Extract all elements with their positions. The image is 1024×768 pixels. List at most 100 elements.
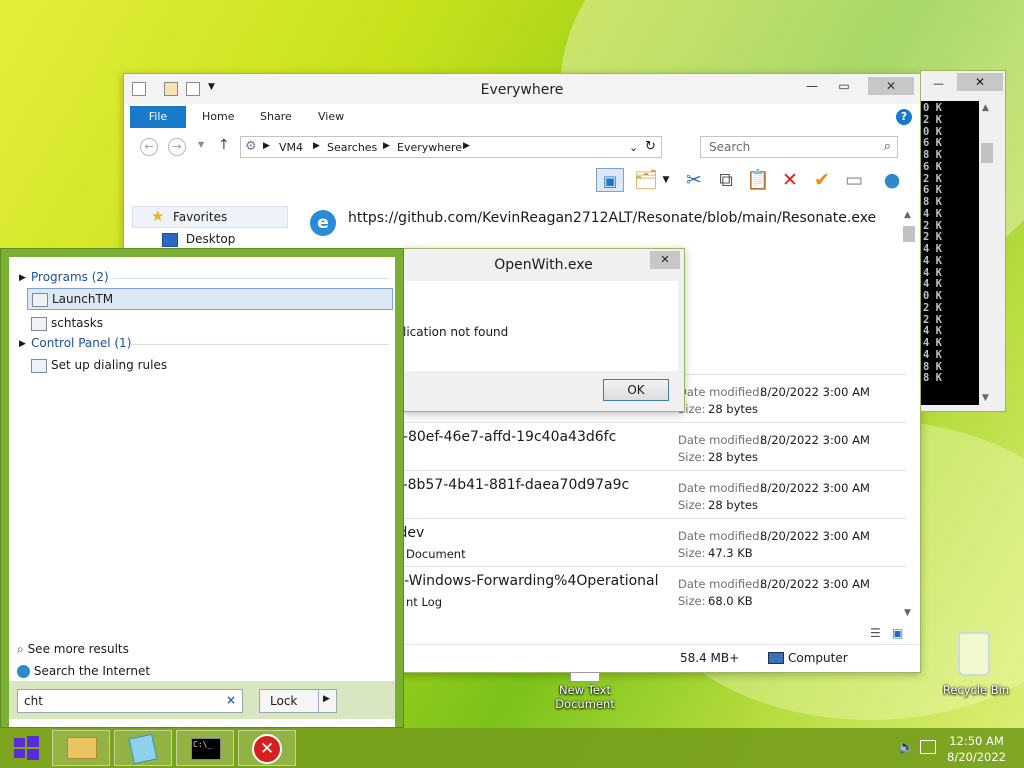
copy-icon[interactable]: ⧉ (714, 168, 738, 192)
back-button[interactable]: ← (140, 138, 158, 156)
address-dropdown-icon[interactable]: ⌄ (629, 141, 638, 154)
results-scrollbar[interactable]: ▲ ▼ (902, 210, 916, 618)
power-options-arrow-icon[interactable]: ▶ (323, 694, 330, 704)
scroll-thumb[interactable] (903, 226, 915, 242)
rename-field-icon[interactable]: ▭ (842, 168, 866, 192)
system-clock[interactable]: 12:50 AM 8/20/2022 (947, 733, 1006, 765)
console-window[interactable]: — ✕ 0 K 2 K 0 K 6 K 8 K 6 K 2 K 6 K 8 K … (920, 70, 1006, 412)
options-dropdown-icon[interactable]: ▼ (660, 168, 672, 192)
console-scroll-thumb[interactable] (981, 143, 993, 163)
expand-arrow-icon[interactable]: ▶ (19, 273, 26, 283)
tab-home[interactable]: Home (202, 110, 234, 123)
control-item-label: Set up dialing rules (51, 358, 168, 372)
breadcrumb-searches[interactable]: Searches (327, 141, 377, 154)
cmd-icon: C:\_ (191, 738, 221, 760)
cut-icon[interactable]: ✂ (682, 168, 706, 192)
nav-favorites[interactable]: ★ Favorites (132, 206, 288, 228)
power-button[interactable]: Lock ▶ (259, 689, 337, 713)
console-line: 4 K (923, 337, 942, 349)
explorer-titlebar[interactable]: ▼ Everywhere — ▭ ✕ (124, 74, 920, 104)
recycle-bin-label[interactable]: Recycle Bin (938, 683, 1014, 697)
delete-icon[interactable]: ✕ (778, 168, 802, 192)
address-bar[interactable]: ⚙ ▶ VM4 ▶ Searches ▶ Everywhere ▶ ⌄ ↻ (240, 136, 662, 158)
volume-muted-icon[interactable]: 🔈 (898, 740, 914, 755)
size-label: Size: (678, 546, 706, 560)
modified-value: 8/20/2022 3:00 AM (760, 577, 870, 591)
scroll-up-icon[interactable]: ▲ (904, 210, 911, 220)
group-divider (131, 344, 389, 345)
new-text-document-label[interactable]: New Text Document (545, 683, 625, 711)
clock-time: 12:50 AM (949, 734, 1004, 748)
tab-share[interactable]: Share (260, 110, 292, 123)
breadcrumb-separator-icon[interactable]: ▶ (313, 141, 320, 151)
close-button[interactable]: ✕ (868, 77, 914, 95)
forward-button[interactable]: → (168, 138, 186, 156)
windows-logo-icon (14, 736, 39, 760)
recent-locations-icon[interactable]: ▼ (198, 140, 204, 149)
large-icons-view-icon[interactable]: ▣ (892, 626, 903, 640)
scroll-down-icon[interactable]: ▼ (904, 608, 911, 618)
modified-label: Date modified: (678, 481, 764, 495)
result-row[interactable]: 2-80ef-46e7-affd-19c40a43d6fc Date modif… (370, 422, 906, 470)
check-icon[interactable]: ✔ (810, 168, 834, 192)
minimize-button[interactable]: — (798, 77, 826, 95)
expand-arrow-icon[interactable]: ▶ (19, 339, 26, 349)
search-query: cht (24, 694, 43, 708)
taskbar-error-app[interactable]: ✕ (238, 730, 296, 766)
tab-file[interactable]: File (130, 106, 186, 128)
dialog-close-button[interactable]: ✕ (650, 251, 680, 269)
search-results-pane: ▶ Programs (2) LaunchTM schtasks ▶ Contr… (9, 257, 395, 727)
search-folder-icon: ⚙ (245, 139, 257, 154)
start-search-input[interactable]: cht × (17, 689, 243, 713)
ok-button[interactable]: OK (603, 379, 669, 401)
clear-search-icon[interactable]: × (226, 693, 236, 707)
breadcrumb-everywhere[interactable]: Everywhere (397, 141, 462, 154)
taskbar-command-prompt[interactable]: C:\_ (176, 730, 234, 766)
result-url[interactable]: https://github.com/KevinReagan2712ALT/Re… (348, 210, 876, 226)
search-internet-link[interactable]: Search the Internet (17, 664, 150, 678)
tab-view[interactable]: View (318, 110, 344, 123)
nav-favorites-label: Favorites (173, 210, 228, 224)
console-scrollbar[interactable]: ▲ ▼ (979, 101, 995, 405)
program-item-launchtm[interactable]: LaunchTM (27, 288, 393, 310)
breadcrumb-separator-icon[interactable]: ▶ (263, 141, 270, 151)
taskbar-notepad[interactable] (114, 730, 172, 766)
folder-options-icon[interactable]: 🗂 (634, 168, 658, 192)
programs-group-header[interactable]: Programs (2) (31, 270, 109, 284)
control-item-dialing-rules[interactable]: Set up dialing rules (27, 355, 167, 373)
result-row[interactable]: ft-Windows-Forwarding%4Operational nt Lo… (370, 566, 906, 614)
nav-desktop[interactable]: Desktop (162, 232, 235, 247)
result-row[interactable]: .dev Document Date modified: 8/20/2022 3… (370, 518, 906, 566)
see-more-results-link[interactable]: ⌕ See more results (17, 642, 129, 657)
console-minimize-button[interactable]: — (933, 77, 944, 90)
globe-icon[interactable]: ● (880, 168, 904, 192)
console-close-button[interactable]: ✕ (957, 73, 1003, 91)
ie-icon: e (310, 210, 336, 236)
control-panel-group-header[interactable]: Control Panel (1) (31, 336, 131, 350)
paste-icon[interactable]: 📋 (746, 168, 770, 192)
maximize-button[interactable]: ▭ (830, 77, 858, 95)
clock-date: 8/20/2022 (947, 750, 1006, 764)
star-icon: ★ (151, 207, 165, 225)
preview-pane-icon[interactable]: ▣ (596, 168, 624, 192)
text-document-icon[interactable] (570, 672, 600, 682)
details-view-icon[interactable]: ☰ (870, 626, 881, 640)
modified-value: 8/20/2022 3:00 AM (760, 385, 870, 399)
up-button[interactable]: ↑ (218, 137, 230, 153)
result-row[interactable]: a-8b57-4b41-881f-daea70d97a9c Date modif… (370, 470, 906, 518)
start-button[interactable] (6, 732, 46, 764)
refresh-icon[interactable]: ↻ (645, 139, 656, 154)
breadcrumb-vm4[interactable]: VM4 (279, 141, 303, 154)
start-search-panel[interactable]: ▶ Programs (2) LaunchTM schtasks ▶ Contr… (0, 248, 404, 728)
breadcrumb-separator-icon[interactable]: ▶ (463, 141, 470, 151)
network-icon[interactable] (920, 740, 936, 754)
search-input[interactable]: Search ⌕ (700, 136, 898, 158)
console-scroll-down-icon[interactable]: ▼ (982, 393, 989, 403)
program-item-schtasks[interactable]: schtasks (27, 313, 103, 331)
recycle-bin-icon[interactable] (958, 632, 990, 676)
console-scroll-up-icon[interactable]: ▲ (982, 103, 989, 113)
breadcrumb-separator-icon[interactable]: ▶ (383, 141, 390, 151)
taskbar-file-explorer[interactable] (52, 730, 110, 766)
help-icon[interactable]: ? (896, 109, 912, 125)
openwith-dialog[interactable]: OpenWith.exe ✕ lication not found OK (402, 248, 685, 412)
